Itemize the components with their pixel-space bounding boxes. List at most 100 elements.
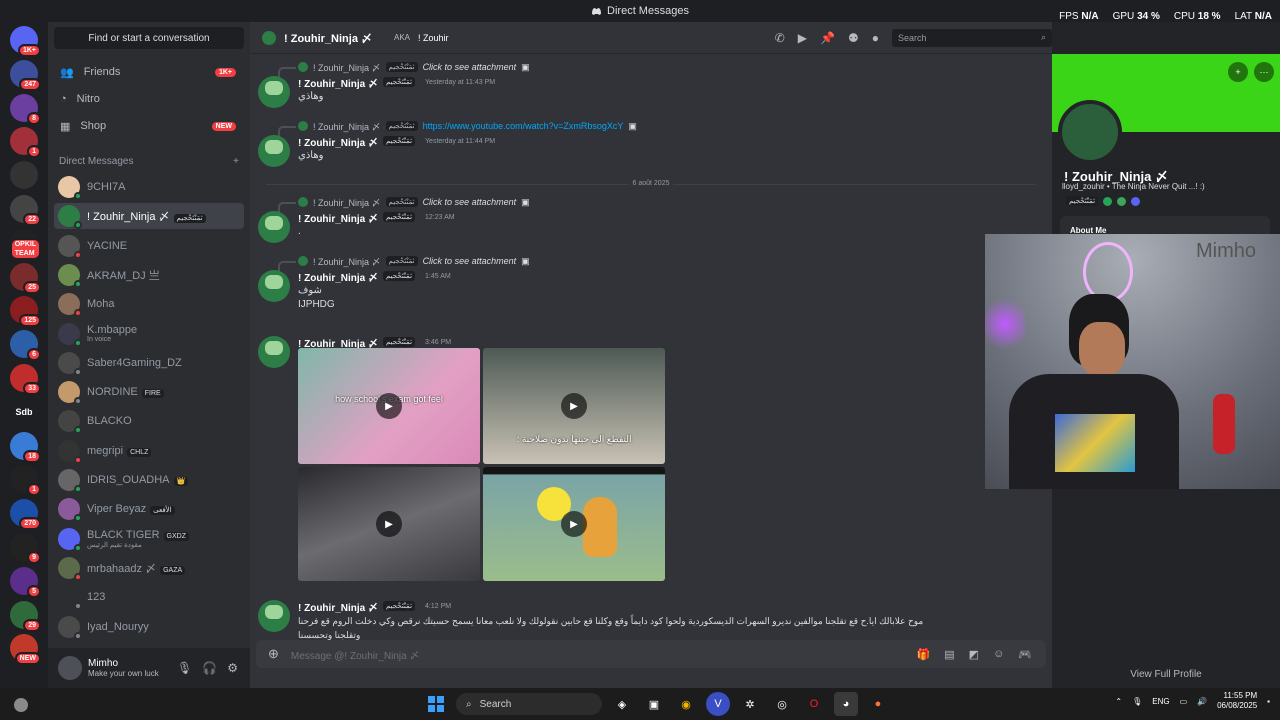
dm-item[interactable]: Iyad_Nouryy: [54, 614, 244, 640]
video-attachment[interactable]: ▶: [298, 467, 480, 581]
headphones-icon[interactable]: 🎧: [202, 661, 217, 675]
gear-icon[interactable]: ⚙: [227, 661, 238, 675]
dm-item[interactable]: 123: [54, 584, 244, 611]
home-button[interactable]: 1K+: [10, 26, 41, 57]
server-icon[interactable]: 1: [10, 127, 41, 159]
nav-nitro[interactable]: ◔ Nitro: [54, 87, 244, 111]
video-icon[interactable]: ▶: [798, 31, 807, 45]
sticker-icon[interactable]: ◩: [969, 648, 979, 661]
firefox-icon[interactable]: ●: [866, 692, 890, 716]
dm-item[interactable]: BLACKO: [54, 408, 244, 435]
play-icon[interactable]: ▶: [376, 511, 402, 537]
dm-item[interactable]: YACINE: [54, 233, 244, 259]
message-author[interactable]: ! Zouhir_Ninja 〆: [298, 269, 378, 284]
gif-icon[interactable]: ▤: [944, 648, 954, 661]
pin-icon[interactable]: 📌: [820, 31, 835, 45]
server-icon[interactable]: 22: [10, 195, 41, 226]
dm-item[interactable]: ! Zouhir_Ninja 〆 ثمَنْتَحْجيم: [54, 203, 244, 230]
dm-item[interactable]: Viper Beyaz الأفعى: [54, 496, 244, 523]
avatar[interactable]: [258, 336, 290, 368]
message-author[interactable]: ! Zouhir_Ninja 〆: [298, 134, 378, 149]
dm-item[interactable]: megripi CHLZ: [54, 438, 244, 464]
volume-icon[interactable]: 🔊: [1197, 697, 1207, 706]
dm-item[interactable]: NORDINE FIRE: [54, 379, 244, 406]
server-icon[interactable]: 9: [10, 533, 41, 564]
dm-item[interactable]: BLACK TIGER GXDZ مقودة تقيم الرئيس: [54, 526, 244, 552]
avatar[interactable]: [258, 211, 290, 243]
play-icon[interactable]: ▶: [561, 511, 587, 537]
avatar[interactable]: [258, 270, 290, 302]
search-input[interactable]: Search ⌕: [892, 28, 1052, 47]
steam-icon[interactable]: ◈: [610, 692, 634, 716]
server-icon[interactable]: 270: [10, 499, 41, 531]
app-icon[interactable]: ◎: [770, 692, 794, 716]
nav-shop[interactable]: ▦ Shop NEW: [54, 114, 244, 138]
add-friend-icon[interactable]: ⚉: [848, 31, 859, 45]
activity-icon[interactable]: 🎮: [1018, 648, 1032, 661]
chatgpt-icon[interactable]: ✲: [738, 692, 762, 716]
dm-item[interactable]: AKRAM_DJ 亗: [54, 262, 244, 288]
clock[interactable]: 11:55 PM 06/08/2025: [1217, 691, 1257, 711]
video-attachment[interactable]: ▶: [483, 467, 665, 581]
profile-icon[interactable]: ●: [872, 31, 879, 45]
server-icon[interactable]: 8: [10, 93, 41, 125]
server-icon[interactable]: 18: [10, 431, 41, 463]
more-options-icon[interactable]: ⋯: [1254, 62, 1274, 82]
server-icon[interactable]: Sdb: [10, 397, 38, 426]
reply-preview[interactable]: ! Zouhir_Ninja 〆 ثمَنْتَحْجيم Click to see…: [258, 254, 1048, 271]
avatar[interactable]: [258, 76, 290, 108]
server-icon[interactable]: [10, 161, 38, 190]
add-friend-icon[interactable]: +: [1228, 62, 1248, 82]
gift-icon[interactable]: 🎁: [917, 648, 931, 661]
server-icon[interactable]: NEW: [10, 634, 41, 666]
chrome-icon[interactable]: ◉: [674, 692, 698, 716]
notification-icon[interactable]: ▪: [1267, 697, 1270, 706]
play-icon[interactable]: ▶: [561, 393, 587, 419]
server-icon[interactable]: 25: [10, 262, 41, 294]
vpn-icon[interactable]: V: [706, 692, 730, 716]
avatar[interactable]: [258, 600, 290, 632]
dm-item[interactable]: mrbahaadz 〆 GAZA: [54, 555, 244, 581]
dm-item[interactable]: IDRIS_OUADHA 👑: [54, 467, 244, 493]
video-attachment[interactable]: how school's exam got feel ▶: [298, 348, 480, 464]
call-icon[interactable]: ✆: [775, 31, 785, 45]
microphone-icon[interactable]: 🎙: [1132, 697, 1142, 706]
find-conversation-button[interactable]: Find or start a conversation: [54, 27, 244, 49]
nav-friends[interactable]: 👥 Friends 1K+: [54, 60, 244, 84]
create-dm-button[interactable]: +: [233, 156, 239, 167]
chevron-up-icon[interactable]: ⌃: [1115, 697, 1122, 706]
start-icon[interactable]: [424, 692, 448, 716]
dm-item[interactable]: 9CHI7A: [54, 174, 244, 200]
view-full-profile-link[interactable]: View Full Profile: [1052, 669, 1280, 680]
reply-preview[interactable]: ! Zouhir_Ninja 〆 ثمَنْتَحْجيم Click to see…: [258, 60, 1048, 77]
server-icon[interactable]: 33: [10, 364, 41, 395]
reply-preview[interactable]: ! Zouhir_Ninja 〆 ثمَنْتَحْجيم https://www.…: [258, 119, 1048, 136]
emoji-icon[interactable]: ☺: [993, 648, 1004, 661]
dm-item[interactable]: Saber4Gaming_DZ: [54, 350, 244, 376]
server-icon[interactable]: 6: [10, 330, 41, 362]
attach-icon[interactable]: ⊕: [268, 646, 279, 662]
avatar[interactable]: [258, 135, 290, 167]
reply-preview[interactable]: ! Zouhir_Ninja 〆 ثمَنْتَحْجيم Click to see…: [258, 195, 1048, 212]
video-attachment[interactable]: التقطع الى حينها بدون صلاحية ؛ ▶: [483, 348, 665, 464]
dm-item[interactable]: K.mbappe In voice: [54, 321, 244, 347]
message-author[interactable]: ! Zouhir_Ninja 〆: [298, 75, 378, 90]
server-icon[interactable]: 247: [10, 59, 41, 91]
app-icon[interactable]: ▣: [642, 692, 666, 716]
microphone-icon[interactable]: 🎙: [177, 661, 192, 675]
server-icon[interactable]: OPKIL TEAM: [9, 228, 41, 260]
message-author[interactable]: ! Zouhir_Ninja 〆: [298, 210, 378, 225]
opera-icon[interactable]: O: [802, 692, 826, 716]
reply-link[interactable]: https://www.youtube.com/watch?v=ZxmRbsog…: [423, 121, 624, 131]
play-icon[interactable]: ▶: [376, 393, 402, 419]
network-icon[interactable]: ▭: [1180, 697, 1188, 706]
language-indicator[interactable]: ENG: [1152, 697, 1169, 706]
server-icon[interactable]: 125: [10, 296, 41, 328]
server-icon[interactable]: 1: [10, 465, 41, 497]
widgets-icon[interactable]: [14, 698, 28, 712]
message-composer[interactable]: ⊕ Message @! Zouhir_Ninja 〆 🎁 ▤ ◩ ☺ 🎮: [256, 640, 1046, 668]
dm-item[interactable]: Moha: [54, 291, 244, 318]
server-icon[interactable]: 5: [10, 566, 41, 598]
avatar[interactable]: [58, 656, 82, 680]
message-author[interactable]: ! Zouhir_Ninja 〆: [298, 599, 378, 614]
